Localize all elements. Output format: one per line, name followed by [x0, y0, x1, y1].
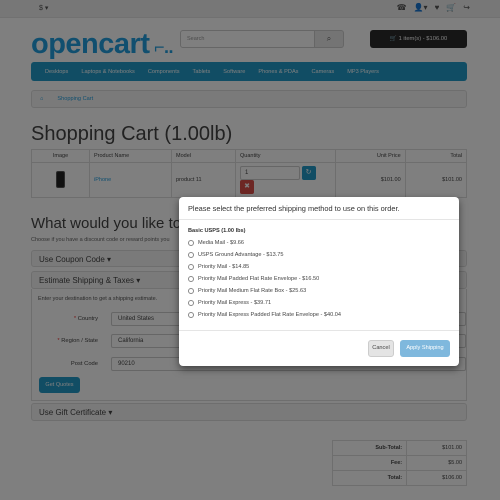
radio-button[interactable]	[188, 276, 194, 282]
divider	[179, 330, 459, 331]
radio-button[interactable]	[188, 300, 194, 306]
shipping-option[interactable]: Priority Mail Medium Flat Rate Box - $25…	[188, 288, 306, 294]
shipping-option[interactable]: Priority Mail Padded Flat Rate Envelope …	[188, 276, 319, 282]
shipping-method-modal: Please select the preferred shipping met…	[179, 197, 459, 366]
shipping-group-label: Basic USPS (1.00 lbs)	[188, 228, 246, 234]
radio-button[interactable]	[188, 240, 194, 246]
shipping-option[interactable]: Media Mail - $9.66	[188, 240, 244, 246]
radio-button[interactable]	[188, 312, 194, 318]
cancel-button[interactable]: Cancel	[368, 340, 394, 357]
shipping-option[interactable]: Priority Mail - $14.85	[188, 264, 249, 270]
radio-button[interactable]	[188, 288, 194, 294]
radio-button[interactable]	[188, 264, 194, 270]
shipping-option[interactable]: USPS Ground Advantage - $13.75	[188, 252, 284, 258]
shipping-option[interactable]: Priority Mail Express Padded Flat Rate E…	[188, 312, 341, 318]
shipping-option[interactable]: Priority Mail Express - $39.71	[188, 300, 271, 306]
radio-button[interactable]	[188, 252, 194, 258]
modal-title: Please select the preferred shipping met…	[188, 204, 400, 213]
divider	[179, 219, 459, 220]
apply-shipping-button[interactable]: Apply Shipping	[400, 340, 450, 357]
